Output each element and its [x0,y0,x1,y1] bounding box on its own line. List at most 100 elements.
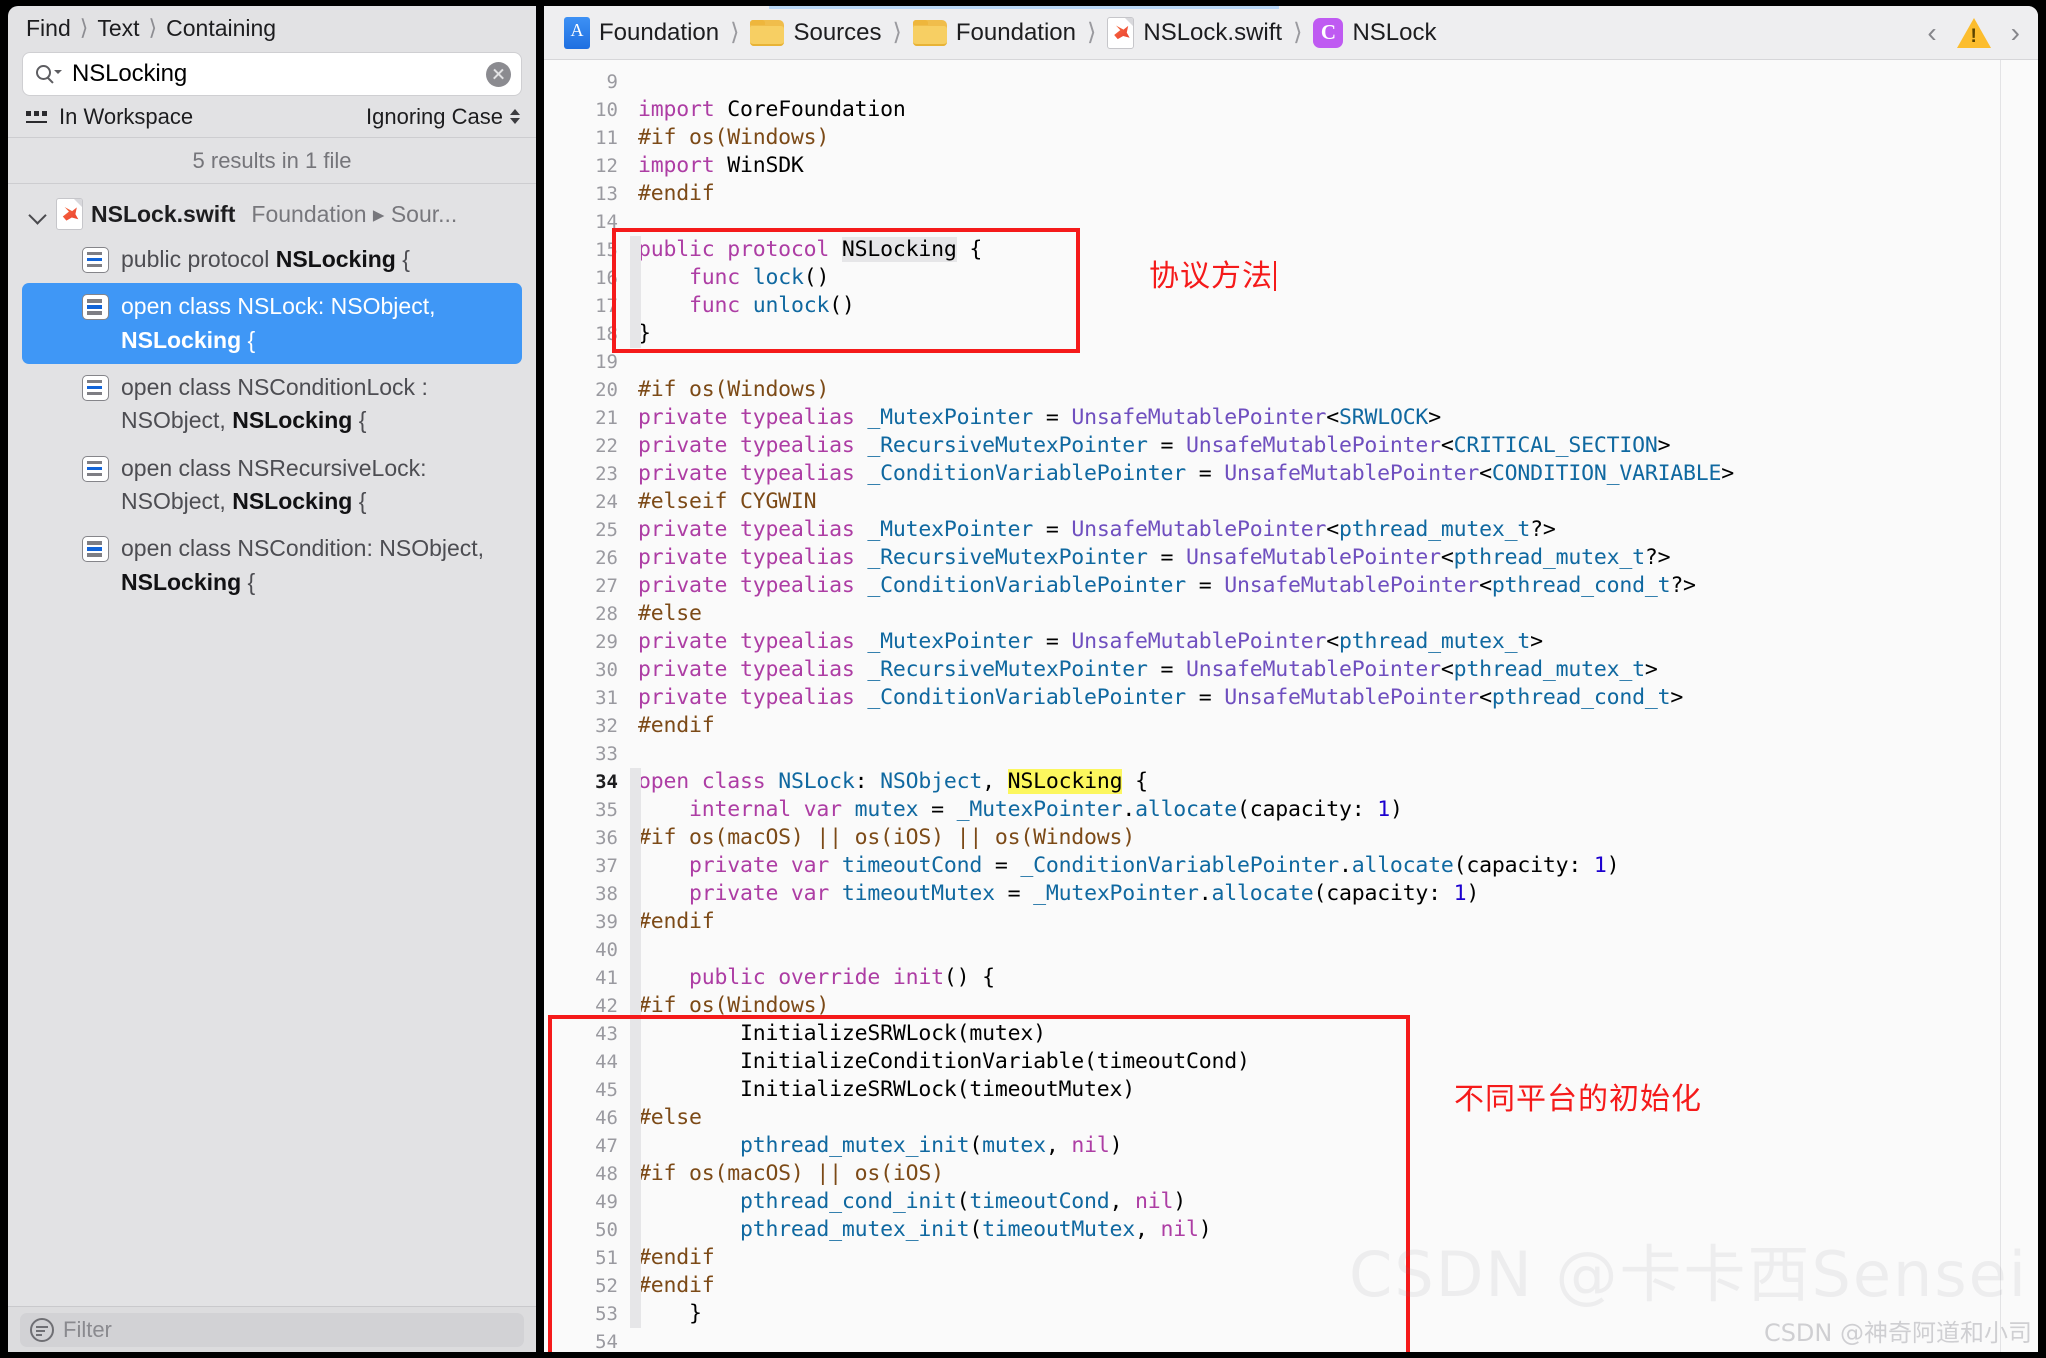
breadcrumb-text[interactable]: Text [97,15,139,42]
code-line[interactable]: internal var mutex = _MutexPointer.alloc… [638,796,2038,824]
result-match-term: NSLocking [232,488,353,515]
line-number: 54 [595,1331,618,1352]
code-line[interactable]: private typealias _MutexPointer = Unsafe… [638,628,2038,656]
breadcrumb-file[interactable]: NSLock.swift [1107,16,1283,49]
code-line[interactable]: open class NSLock: NSObject, NSLocking { [638,768,2038,796]
code-line[interactable]: pthread_cond_init(timeoutCond, nil) [638,1188,2038,1216]
result-row[interactable]: public protocol NSLocking { [22,236,522,283]
code-line[interactable] [638,68,2038,96]
search-input-value: NSLocking [72,60,188,87]
code-line[interactable]: public override init() { [638,964,2038,992]
line-number: 27 [595,575,618,597]
line-number: 46 [595,1107,618,1129]
code-line[interactable]: #else [638,600,2038,628]
code-line[interactable]: public protocol NSLocking { [638,236,2038,264]
result-row[interactable]: open class NSLock: NSObject, NSLocking { [22,283,522,365]
result-row[interactable]: open class NSConditionLock : NSObject, N… [22,364,522,445]
results-count: 5 results in 1 file [8,138,536,184]
clear-search-icon[interactable] [486,61,511,87]
chevron-right-icon: ⟩ [1086,19,1097,46]
search-input[interactable]: NSLocking [22,52,522,96]
code-line[interactable]: private typealias _RecursiveMutexPointer… [638,656,2038,684]
code-line[interactable]: private typealias _MutexPointer = Unsafe… [638,516,2038,544]
result-row-text: public protocol NSLocking { [121,246,410,272]
breadcrumb-find[interactable]: Find [26,15,71,42]
result-row[interactable]: open class NSCondition: NSObject, NSLock… [22,525,522,606]
code-line[interactable]: func lock() [638,264,2038,292]
result-row[interactable]: open class NSRecursiveLock: NSObject, NS… [22,445,522,526]
code-line[interactable]: #if os(Windows) [638,992,2038,1020]
case-option-control[interactable]: Ignoring Case [366,104,520,130]
result-file-row[interactable]: NSLock.swift Foundation ▸ Sour... [8,192,536,236]
line-number: 23 [595,463,618,485]
code-line[interactable]: #if os(Windows) [638,376,2038,404]
line-number: 11 [595,127,618,149]
line-number: 42 [595,995,618,1017]
code-line[interactable]: import WinSDK [638,152,2038,180]
line-number: 40 [595,939,618,961]
breadcrumb-sources[interactable]: Sources [750,19,882,47]
line-number: 29 [595,631,618,653]
code-line[interactable]: pthread_mutex_init(mutex, nil) [638,1132,2038,1160]
code-line[interactable] [638,348,2038,376]
code-line[interactable]: #else [638,1104,2038,1132]
code-line[interactable]: #endif [638,712,2038,740]
breadcrumb-symbol[interactable]: C NSLock [1313,17,1436,48]
xcode-window: Find ⟩ Text ⟩ Containing NSLocking In Wo… [0,0,2046,1358]
search-scope-label[interactable]: In Workspace [59,104,193,130]
breadcrumb-containing[interactable]: Containing [166,15,276,42]
code-line[interactable]: private typealias _ConditionVariablePoin… [638,460,2038,488]
breadcrumb-foundation-folder[interactable]: Foundation [912,18,1076,47]
code-line[interactable] [638,936,2038,964]
code-line[interactable]: func unlock() [638,292,2038,320]
line-number: 17 [595,295,618,317]
code-line[interactable]: InitializeSRWLock(mutex) [638,1020,2038,1048]
code-text-area[interactable]: import CoreFoundation #if os(Windows) impo… [630,60,2038,1352]
code-line[interactable]: import CoreFoundation [638,96,2038,124]
code-line[interactable]: #endif [638,908,2038,936]
code-line[interactable]: #endif [638,180,2038,208]
code-line[interactable]: #if os(macOS) || os(iOS) [638,1160,2038,1188]
code-line[interactable]: InitializeConditionVariable(timeoutCond) [638,1048,2038,1076]
breadcrumb-foundation-label: Foundation [955,18,1076,46]
code-line[interactable]: #if os(Windows) [638,124,2038,152]
code-line[interactable]: private var timeoutCond = _ConditionVari… [638,852,2038,880]
line-number: 48 [595,1163,618,1185]
code-line[interactable]: private typealias _RecursiveMutexPointer… [638,432,2038,460]
line-number-gutter: 9 10 11 12 13 14 15 16 17 18 19 20 21 22 23 24 25 26 27 28 2… [544,60,630,1352]
line-number: 9 [606,71,618,93]
code-editor[interactable]: 9 10 11 12 13 14 15 16 17 18 19 20 21 22 23 24 25 26 27 28 2… [544,60,2038,1352]
filter-bar: Filter [8,1306,536,1352]
jump-bar-controls: ‹ › [1927,17,2020,48]
code-line[interactable] [638,208,2038,236]
code-line[interactable]: InitializeSRWLock(timeoutMutex) [638,1076,2038,1104]
results-list: NSLock.swift Foundation ▸ Sour... public… [8,184,536,1306]
code-line[interactable]: } [638,320,2038,348]
warning-icon[interactable] [1956,17,1991,48]
chevron-down-icon[interactable] [28,204,48,224]
line-number: 39 [595,911,618,933]
code-line[interactable]: private typealias _ConditionVariablePoin… [638,684,2038,712]
code-line[interactable]: private var timeoutMutex = _MutexPointer… [638,880,2038,908]
search-icon[interactable] [36,64,62,84]
line-number: 36 [595,827,618,849]
code-line[interactable]: private typealias _ConditionVariablePoin… [638,572,2038,600]
line-number: 21 [595,407,618,429]
previous-issue-icon[interactable]: ‹ [1927,18,1936,47]
match-line-icon [82,294,109,321]
result-match-term: NSLocking [275,246,396,272]
breadcrumb-project[interactable]: Foundation [564,16,719,49]
next-issue-icon[interactable]: › [2011,18,2020,47]
code-line[interactable]: #if os(macOS) || os(iOS) || os(Windows) [638,824,2038,852]
line-number: 32 [595,715,618,737]
code-line[interactable]: #elseif CYGWIN [638,488,2038,516]
code-line[interactable]: private typealias _MutexPointer = Unsafe… [638,404,2038,432]
line-number: 52 [595,1275,618,1297]
result-file-meta: Foundation ▸ Sour... [251,200,458,227]
find-navigator: Find ⟩ Text ⟩ Containing NSLocking In Wo… [8,6,536,1352]
code-line[interactable] [638,740,2038,768]
breadcrumb-file-label: NSLock.swift [1143,18,1283,46]
line-number: 25 [595,519,618,541]
code-line[interactable]: private typealias _RecursiveMutexPointer… [638,544,2038,572]
filter-input[interactable]: Filter [20,1312,524,1347]
